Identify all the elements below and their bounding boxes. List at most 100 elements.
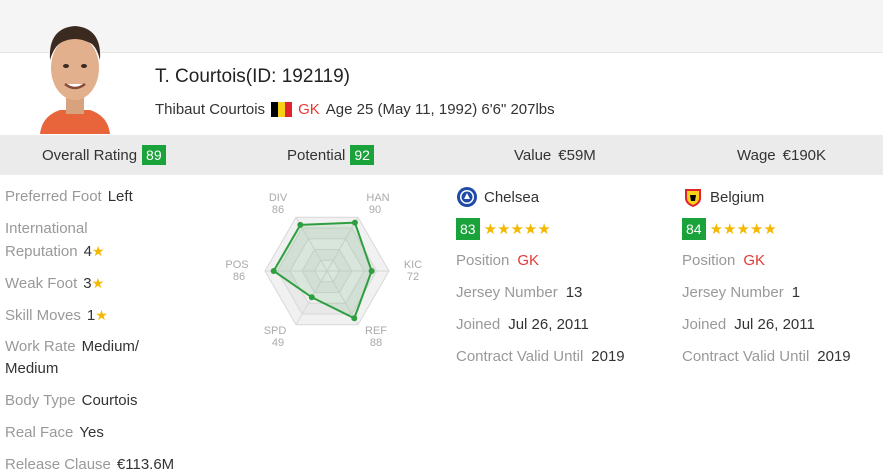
national-joined-label: Joined: [682, 316, 727, 333]
national-jersey-row: Jersey Number 1: [682, 282, 883, 304]
attr-value: 4: [83, 243, 92, 260]
overall-rating-badge: 89: [142, 145, 166, 165]
radar-value-ref: 88: [370, 337, 382, 349]
top-bar: [0, 0, 883, 53]
radar-point-han: [351, 219, 358, 226]
attr-real-face: Real Face Yes: [5, 422, 104, 444]
attr-label: Release Clause: [5, 456, 111, 473]
club-position-row: Position GK: [456, 250, 676, 272]
attr-label: Preferred Foot: [5, 188, 102, 205]
attr-work-rate: Work Rate Medium/: [5, 336, 139, 358]
player-age-info: Age 25 (May 11, 1992) 6'6" 207lbs: [325, 101, 555, 118]
player-avatar: [40, 26, 110, 134]
national-joined-row: Joined Jul 26, 2011: [682, 314, 883, 336]
attr-label: Body Type: [5, 392, 76, 409]
national-position-value[interactable]: GK: [743, 252, 765, 269]
attr-skill-moves: Skill Moves 1★: [5, 304, 108, 327]
player-position[interactable]: GK: [298, 101, 320, 118]
radar-label-han: HAN: [366, 192, 389, 204]
potential: Potential 92: [287, 135, 374, 175]
attr-value: 1: [86, 307, 96, 324]
national-position-label: Position: [682, 252, 736, 269]
club-panel: Chelsea 83 ★★★★★ Position GK Jersey Numbe…: [456, 184, 676, 368]
club-position-value[interactable]: GK: [517, 252, 539, 269]
attr-value: €113.6M: [116, 456, 175, 473]
radar-value-div: 86: [272, 204, 284, 216]
club-header[interactable]: Chelsea: [456, 184, 676, 210]
attr-value: Courtois: [81, 392, 138, 409]
attr-intl-rep-line1: International: [5, 218, 88, 240]
attr-label: Real Face: [5, 424, 74, 441]
wage-label: Wage: [737, 146, 776, 164]
national-contract-value: 2019: [817, 348, 851, 365]
national-team-header[interactable]: Belgium: [682, 184, 883, 210]
national-joined-value: Jul 26, 2011: [734, 316, 815, 333]
club-rating: 83 ★★★★★: [456, 218, 676, 240]
star-icon: ★: [95, 307, 108, 323]
wage-stat: Wage €190K: [737, 135, 826, 175]
player-meta: Thibaut Courtois GK Age 25 (May 11, 1992…: [155, 101, 555, 118]
stats-bar: Overall Rating 89 Potential 92 Value €59…: [0, 135, 883, 175]
club-stars: ★★★★★: [483, 221, 551, 238]
national-team-stars: ★★★★★: [709, 221, 777, 238]
potential-label: Potential: [287, 146, 346, 164]
national-team-panel: Belgium 84 ★★★★★ Position GK Jersey Numbe…: [682, 184, 883, 368]
attr-value: Medium/: [81, 338, 140, 355]
radar-value-kic: 72: [407, 271, 419, 283]
belgium-crest-icon: [685, 189, 701, 207]
chelsea-crest-icon: [457, 187, 477, 207]
attr-release-clause: Release Clause €113.6M: [5, 454, 174, 475]
club-position-label: Position: [456, 252, 510, 269]
attribute-radar-chart: DIV 86 HAN 90 KIC 72 REF 88 SPD 49 POS 8…: [225, 192, 422, 349]
radar-point-ref: [351, 315, 358, 322]
national-team-name[interactable]: Belgium: [710, 189, 764, 206]
national-contract-row: Contract Valid Until 2019: [682, 346, 883, 368]
player-full-name: Thibaut Courtois: [155, 101, 266, 118]
club-name[interactable]: Chelsea: [484, 189, 539, 206]
radar-label-kic: KIC: [404, 259, 422, 271]
attr-value: Medium: [5, 360, 59, 377]
attr-label: Skill Moves: [5, 307, 81, 324]
attr-value: 3: [83, 275, 92, 292]
attr-weak-foot: Weak Foot 3★: [5, 272, 104, 295]
radar-label-div: DIV: [269, 192, 288, 204]
attr-intl-rep: Reputation 4★: [5, 240, 104, 263]
club-joined-label: Joined: [456, 316, 501, 333]
attr-label: Reputation: [5, 243, 78, 260]
national-team-rating-badge: 84: [682, 218, 706, 240]
attr-value: Left: [107, 188, 133, 205]
radar-point-pos: [270, 268, 277, 274]
radar-label-ref: REF: [365, 325, 387, 337]
star-icon: ★: [91, 243, 105, 259]
attr-work-rate-line2: Medium: [5, 358, 58, 380]
belgium-flag-icon: [271, 102, 293, 117]
radar-value-spd: 49: [272, 337, 284, 349]
club-contract-value: 2019: [591, 348, 625, 365]
value-stat: Value €59M: [514, 135, 596, 175]
club-jersey-label: Jersey Number: [456, 284, 558, 301]
radar-label-spd: SPD: [264, 325, 287, 337]
radar-point-div: [297, 221, 304, 228]
club-contract-label: Contract Valid Until: [456, 348, 584, 365]
national-jersey-label: Jersey Number: [682, 284, 784, 301]
club-rating-badge: 83: [456, 218, 480, 240]
overall-rating-label: Overall Rating: [42, 146, 138, 164]
national-contract-label: Contract Valid Until: [682, 348, 810, 365]
club-joined-value: Jul 26, 2011: [508, 316, 589, 333]
star-icon: ★: [91, 275, 105, 291]
attr-label: International: [5, 220, 88, 237]
attr-label: Weak Foot: [5, 275, 78, 292]
national-jersey-value: 1: [791, 284, 801, 301]
potential-badge: 92: [350, 145, 374, 165]
club-joined-row: Joined Jul 26, 2011: [456, 314, 676, 336]
value-amount: €59M: [558, 146, 596, 164]
attr-body-type: Body Type Courtois: [5, 390, 137, 412]
radar-label-pos: POS: [225, 259, 248, 271]
wage-amount: €190K: [782, 146, 827, 164]
club-jersey-row: Jersey Number 13: [456, 282, 676, 304]
player-title: T. Courtois(ID: 192119): [155, 66, 351, 87]
club-jersey-value: 13: [565, 284, 583, 301]
attr-preferred-foot: Preferred Foot Left: [5, 186, 133, 208]
overall-rating: Overall Rating 89: [42, 135, 166, 175]
club-contract-row: Contract Valid Until 2019: [456, 346, 676, 368]
